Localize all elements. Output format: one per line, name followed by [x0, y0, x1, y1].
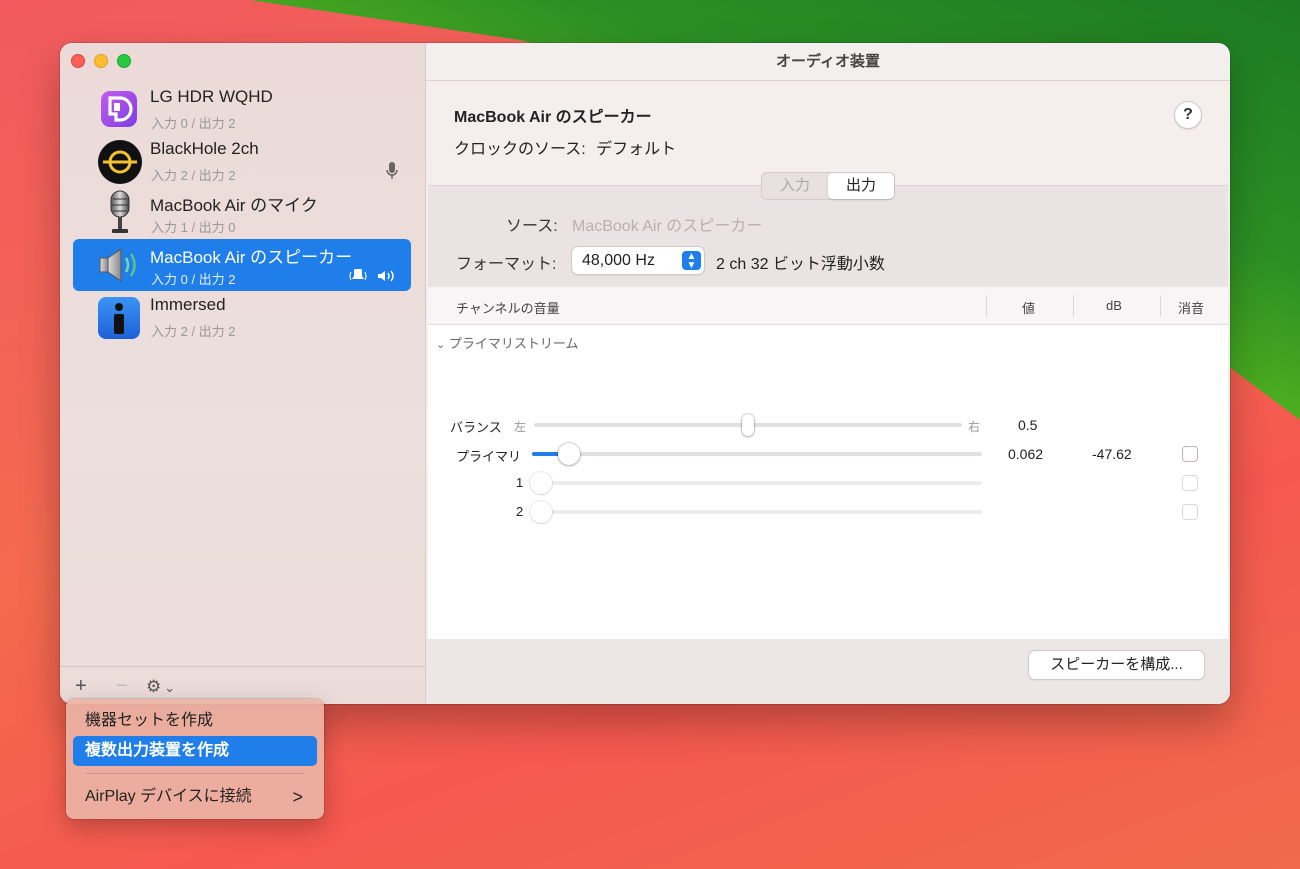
col-separator	[1160, 295, 1161, 317]
io-segmented-control: 入力 出力	[761, 172, 895, 200]
menu-item-airplay[interactable]: AirPlay デバイスに接続 >	[73, 782, 317, 812]
device-io: 入力 2 / 出力 2	[151, 168, 236, 183]
channel-2-row: 2	[428, 499, 1228, 525]
primary-row: プライマリ 0.062 -47.62	[428, 441, 1228, 467]
device-name: Immersed	[150, 295, 226, 314]
device-item-blackhole[interactable]: BlackHole 2ch 入力 2 / 出力 2	[73, 135, 411, 187]
sidebar: LG HDR WQHD 入力 0 / 出力 2 BlackHole 2ch 入力…	[60, 43, 426, 704]
col-separator	[1073, 295, 1074, 317]
clock-source: クロックのソース: デフォルト	[454, 135, 676, 159]
volume-slider-track[interactable]	[538, 510, 982, 514]
updown-chevron-icon: ▲ ▼	[682, 251, 701, 271]
device-name: LG HDR WQHD	[150, 87, 273, 106]
volume-slider-knob[interactable]	[558, 443, 580, 465]
displayport-icon	[97, 88, 139, 130]
stream-group[interactable]: ⌄ プライマリストリーム	[436, 333, 578, 352]
device-item-macbook-speaker[interactable]: MacBook Air のスピーカー 入力 0 / 出力 2	[73, 239, 411, 291]
gear-context-menu: 機器セットを作成 複数出力装置を作成 AirPlay デバイスに接続 >	[66, 699, 324, 819]
device-io: 入力 0 / 出力 2	[151, 116, 236, 131]
device-name: MacBook Air のスピーカー	[150, 248, 353, 267]
volume-slider-track[interactable]	[532, 452, 982, 456]
stream-group-label: プライマリストリーム	[448, 336, 579, 351]
tab-output[interactable]: 出力	[828, 173, 894, 199]
remove-device-button[interactable]: −	[116, 675, 128, 698]
db-cell: -47.62	[1092, 446, 1132, 462]
device-name: BlackHole 2ch	[150, 139, 259, 158]
zoom-button[interactable]	[117, 54, 131, 68]
menu-item-label: AirPlay デバイスに接続	[85, 788, 252, 805]
clock-source-label: クロックのソース:	[454, 141, 586, 158]
detail-footer: スピーカーを構成...	[426, 639, 1230, 704]
chevron-down-icon: ⌄	[164, 680, 176, 695]
balance-right-label: 右	[968, 420, 981, 434]
col-db[interactable]: dB	[1106, 298, 1122, 313]
balance-slider-knob[interactable]	[742, 414, 754, 436]
device-io: 入力 2 / 出力 2	[151, 324, 236, 339]
format-label: フォーマット:	[456, 256, 557, 273]
channel-volume-table: チャンネルの音量 値 dB 消音 ⌄ プライマリストリーム バランス 左 右 0…	[428, 287, 1228, 639]
window-title: オーディオ装置	[426, 43, 1230, 81]
tab-input[interactable]: 入力	[762, 173, 828, 199]
source-value: MacBook Air のスピーカー	[572, 218, 763, 235]
balance-value: 0.5	[1018, 417, 1038, 433]
device-title: MacBook Air のスピーカー	[454, 109, 652, 126]
device-item-lg-hdr-wqhd[interactable]: LG HDR WQHD 入力 0 / 出力 2	[73, 83, 411, 135]
window-controls	[71, 54, 131, 68]
value-cell: 0.062	[1008, 446, 1044, 462]
default-output-icons	[349, 267, 399, 286]
format-description: 2 ch 32 ビット浮動小数	[716, 256, 885, 273]
device-item-immersed[interactable]: Immersed 入力 2 / 出力 2	[73, 291, 411, 343]
menu-separator	[86, 773, 304, 774]
volume-slider-knob[interactable]	[530, 472, 552, 494]
row-label: 2	[516, 504, 524, 519]
balance-left-label: 左	[514, 420, 527, 434]
help-button[interactable]: ?	[1174, 101, 1202, 129]
clock-source-value[interactable]: デフォルト	[596, 141, 676, 158]
row-label: 1	[516, 475, 524, 490]
device-io: 入力 0 / 出力 2	[151, 272, 236, 287]
device-detail: オーディオ装置 MacBook Air のスピーカー クロックのソース: デフォ…	[426, 43, 1230, 704]
col-channel[interactable]: チャンネルの音量	[456, 298, 560, 317]
col-value[interactable]: 値	[1022, 298, 1035, 317]
col-separator	[986, 295, 987, 317]
sample-rate-value: 48,000 Hz	[582, 252, 655, 269]
volume-slider-knob[interactable]	[530, 501, 552, 523]
sample-rate-select[interactable]: 48,000 Hz ▲ ▼	[572, 247, 704, 274]
chevron-right-icon: >	[292, 787, 303, 807]
gear-menu-button[interactable]: ⚙ ⌄	[146, 677, 175, 697]
table-header: チャンネルの音量 値 dB 消音	[428, 287, 1228, 325]
gear-icon: ⚙	[146, 677, 162, 696]
speaker-icon	[97, 245, 139, 287]
menu-item-create-multi-output[interactable]: 複数出力装置を作成	[73, 736, 317, 766]
blackhole-icon	[97, 139, 142, 184]
row-label: バランス	[450, 420, 502, 435]
audio-devices-window: LG HDR WQHD 入力 0 / 出力 2 BlackHole 2ch 入力…	[60, 43, 1230, 704]
configure-speakers-button[interactable]: スピーカーを構成...	[1029, 651, 1204, 679]
source-label: ソース:	[506, 218, 558, 235]
balance-row: バランス 左 右 0.5	[428, 412, 1228, 438]
device-item-macbook-mic[interactable]: MacBook Air のマイク 入力 1 / 出力 0	[73, 187, 411, 239]
col-mute[interactable]: 消音	[1178, 298, 1204, 317]
channel-1-row: 1	[428, 470, 1228, 496]
volume-slider-track[interactable]	[538, 481, 982, 485]
row-label: プライマリ	[456, 449, 522, 464]
microphone-icon	[385, 161, 399, 184]
mute-checkbox[interactable]	[1182, 446, 1198, 462]
minimize-button[interactable]	[94, 54, 108, 68]
device-io: 入力 1 / 出力 0	[151, 220, 236, 235]
microphone-icon	[105, 189, 147, 233]
add-device-button[interactable]: +	[75, 675, 87, 698]
close-button[interactable]	[71, 54, 85, 68]
immersed-app-icon	[97, 296, 140, 339]
chevron-down-icon: ⌄	[436, 339, 446, 351]
device-name: MacBook Air のマイク	[150, 196, 318, 215]
mute-checkbox[interactable]	[1182, 504, 1198, 520]
mute-checkbox[interactable]	[1182, 475, 1198, 491]
menu-item-create-aggregate[interactable]: 機器セットを作成	[73, 706, 317, 736]
